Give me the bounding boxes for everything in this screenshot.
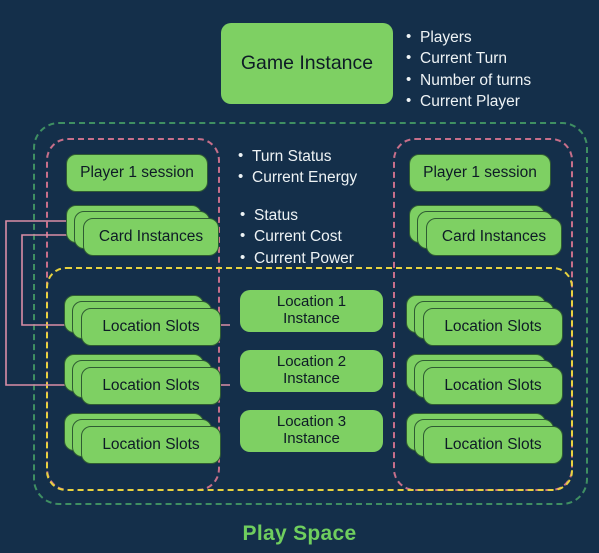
diagram-canvas: Game Instance • Players • Current Turn •… bbox=[0, 0, 599, 553]
attribute-label: Current Player bbox=[420, 93, 520, 111]
attribute-label: Current Cost bbox=[254, 228, 342, 246]
bullet-icon: • bbox=[406, 70, 412, 88]
location-3-instance-line1: Location 3 bbox=[276, 413, 347, 431]
location-2-instance-line1: Location 2 bbox=[276, 353, 347, 371]
list-item: • Players bbox=[406, 27, 531, 48]
list-item: • Current Power bbox=[240, 248, 354, 269]
play-space-caption: Play Space bbox=[242, 522, 357, 545]
player-1-card-instances-label: Card Instances bbox=[83, 218, 219, 256]
player-2-location-slot-label-2: Location Slots bbox=[423, 367, 563, 405]
bullet-icon: • bbox=[406, 92, 412, 110]
location-2-instance-node[interactable]: Location 2 Instance bbox=[240, 350, 383, 392]
location-3-instance-node[interactable]: Location 3 Instance bbox=[240, 410, 383, 452]
bullet-icon: • bbox=[240, 227, 246, 245]
game-instance-node[interactable]: Game Instance bbox=[221, 23, 393, 104]
bullet-icon: • bbox=[406, 49, 412, 67]
location-3-instance-line2: Instance bbox=[283, 430, 340, 447]
list-item: • Current Turn bbox=[406, 48, 531, 69]
location-1-instance-node[interactable]: Location 1 Instance bbox=[240, 290, 383, 332]
attribute-label: Players bbox=[420, 29, 472, 46]
list-item: • Current Cost bbox=[240, 226, 354, 247]
game-instance-attributes: • Players • Current Turn • Number of tur… bbox=[406, 27, 531, 113]
location-1-instance-line1: Location 1 bbox=[276, 293, 347, 311]
player-1-card-instances-stack[interactable]: Card Instances bbox=[66, 205, 221, 257]
bullet-icon: • bbox=[240, 206, 246, 223]
player-2-location-slot-label-1: Location Slots bbox=[423, 308, 563, 346]
player-1-location-slot-label-1: Location Slots bbox=[81, 308, 221, 346]
player-1-location-slots-stack-1[interactable]: Location Slots bbox=[64, 295, 224, 347]
attribute-label: Current Turn bbox=[420, 50, 508, 68]
list-item: • Current Player bbox=[406, 91, 531, 112]
bullet-icon: • bbox=[238, 147, 244, 164]
card-attributes: • Status • Current Cost • Current Power bbox=[240, 205, 354, 269]
location-1-instance-line2: Instance bbox=[283, 310, 340, 327]
attribute-label: Current Power bbox=[254, 249, 354, 267]
player-2-location-slot-label-3: Location Slots bbox=[423, 426, 563, 464]
player-2-location-slots-stack-1[interactable]: Location Slots bbox=[406, 295, 566, 347]
player-1-session-node[interactable]: Player 1 session bbox=[66, 154, 208, 192]
player-1-location-slots-stack-3[interactable]: Location Slots bbox=[64, 413, 224, 465]
player-2-location-slots-stack-3[interactable]: Location Slots bbox=[406, 413, 566, 465]
player-1-location-slot-label-3: Location Slots bbox=[81, 426, 221, 464]
player-1-location-slots-stack-2[interactable]: Location Slots bbox=[64, 354, 224, 406]
session-attributes: • Turn Status • Current Energy bbox=[238, 146, 357, 189]
bullet-icon: • bbox=[240, 248, 246, 266]
location-2-instance-line2: Instance bbox=[283, 370, 340, 387]
attribute-label: Number of turns bbox=[420, 71, 532, 89]
player-2-session-node[interactable]: Player 1 session bbox=[409, 154, 551, 192]
bullet-icon: • bbox=[238, 168, 244, 186]
player-1-location-slot-label-2: Location Slots bbox=[81, 367, 221, 405]
list-item: • Status bbox=[240, 205, 354, 226]
player-2-card-instances-label: Card Instances bbox=[426, 218, 562, 256]
list-item: • Current Energy bbox=[238, 167, 357, 188]
attribute-label: Status bbox=[254, 207, 298, 224]
player-2-location-slots-stack-2[interactable]: Location Slots bbox=[406, 354, 566, 406]
attribute-label: Current Energy bbox=[252, 169, 358, 187]
bullet-icon: • bbox=[406, 28, 412, 45]
list-item: • Number of turns bbox=[406, 70, 531, 91]
list-item: • Turn Status bbox=[238, 146, 357, 167]
attribute-label: Turn Status bbox=[252, 148, 332, 165]
player-2-card-instances-stack[interactable]: Card Instances bbox=[409, 205, 564, 257]
